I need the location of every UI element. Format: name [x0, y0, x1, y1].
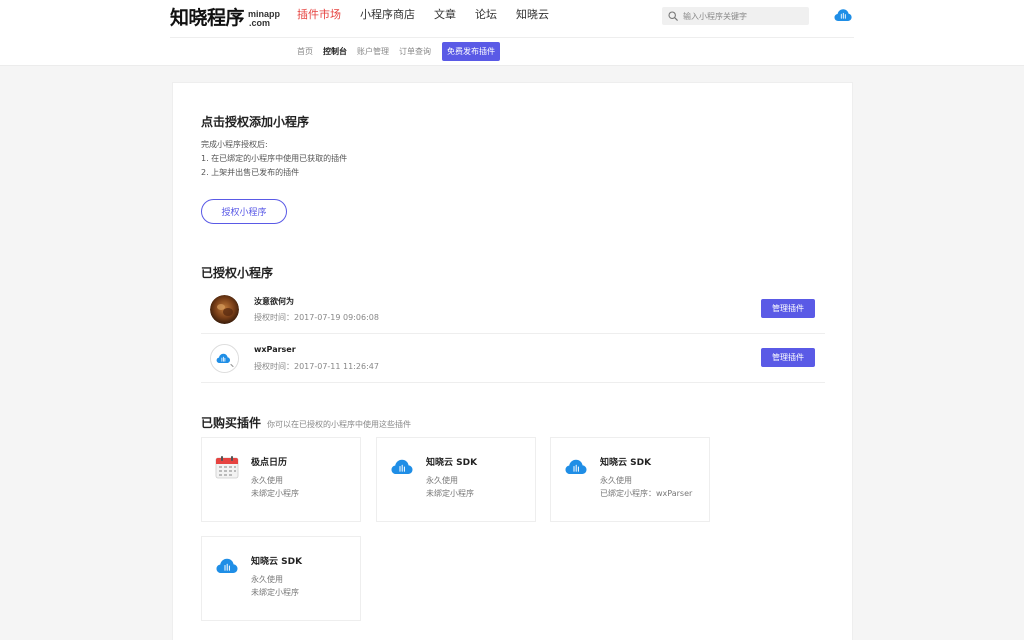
cloud-icon[interactable]	[834, 8, 852, 22]
plugin-binding: 未绑定小程序	[251, 588, 299, 597]
plugin-card[interactable]: 知晓云 SDK 永久使用 未绑定小程序	[376, 437, 536, 522]
calendar-icon	[215, 456, 239, 479]
authorized-title: 已授权小程序	[201, 266, 274, 280]
app-name: 汝意欲何为	[254, 297, 294, 306]
plugin-card[interactable]: 极点日历 永久使用 未绑定小程序	[201, 437, 361, 522]
header-divider	[170, 37, 854, 38]
plugin-binding: 未绑定小程序	[251, 489, 299, 498]
app-avatar-cloud-logo	[210, 344, 239, 373]
search-icon	[668, 11, 678, 21]
search-box	[662, 7, 809, 25]
brand-name: 知晓程序	[170, 7, 245, 29]
plugin-license: 永久使用	[600, 476, 632, 485]
authorize-intro: 完成小程序授权后:	[201, 140, 268, 149]
purchased-title: 已购买插件 你可以在已授权的小程序中使用这些插件	[201, 414, 411, 431]
nav-miniapp-store[interactable]: 小程序商店	[360, 8, 415, 22]
manage-plugins-button[interactable]: 管理插件	[761, 348, 815, 367]
app-auth-time: 授权时间：2017-07-19 09:06:08	[254, 313, 379, 322]
authorize-step-1: 1. 在已绑定的小程序中使用已获取的插件	[201, 154, 348, 163]
subnav-account[interactable]: 账户管理	[357, 46, 389, 57]
authorized-app-row: wxParser 授权时间：2017-07-11 11:26:47 管理插件	[201, 335, 825, 383]
nav-forum[interactable]: 论坛	[475, 8, 497, 22]
cloud-icon	[216, 558, 238, 573]
subnav-console[interactable]: 控制台	[323, 46, 347, 57]
plugin-binding: 已绑定小程序：wxParser	[600, 489, 693, 498]
console-panel: 点击授权添加小程序 完成小程序授权后: 1. 在已绑定的小程序中使用已获取的插件…	[172, 82, 853, 640]
app-auth-time: 授权时间：2017-07-11 11:26:47	[254, 362, 379, 371]
cloud-icon	[391, 459, 413, 474]
nav-zhixiao-cloud[interactable]: 知晓云	[516, 8, 549, 22]
authorize-description: 完成小程序授权后: 1. 在已绑定的小程序中使用已获取的插件 2. 上架并出售已…	[201, 138, 347, 180]
plugin-name: 知晓云 SDK	[426, 458, 478, 468]
authorized-app-row: 汝意欲何为 授权时间：2017-07-19 09:06:08 管理插件	[201, 286, 825, 334]
search-input[interactable]	[683, 11, 803, 21]
plugin-binding: 未绑定小程序	[426, 489, 474, 498]
app-name: wxParser	[254, 345, 296, 354]
cloud-icon	[565, 459, 587, 474]
brand-domain: minapp .com	[248, 10, 280, 29]
nav-articles[interactable]: 文章	[434, 8, 456, 22]
plugin-name: 极点日历	[251, 458, 288, 468]
subnav-home[interactable]: 首页	[297, 46, 313, 57]
authorize-miniapp-button[interactable]: 授权小程序	[201, 199, 287, 224]
plugin-license: 永久使用	[426, 476, 458, 485]
publish-plugin-button[interactable]: 免费发布插件	[442, 42, 500, 61]
purchased-note: 你可以在已授权的小程序中使用这些插件	[267, 420, 412, 429]
manage-plugins-button[interactable]: 管理插件	[761, 299, 815, 318]
main-nav: 插件市场 小程序商店 文章 论坛 知晓云	[297, 8, 568, 22]
nav-plugin-market[interactable]: 插件市场	[297, 8, 341, 22]
plugin-license: 永久使用	[251, 476, 283, 485]
plugin-card[interactable]: 知晓云 SDK 永久使用 未绑定小程序	[201, 536, 361, 621]
authorize-title: 点击授权添加小程序	[201, 115, 310, 129]
sub-nav: 首页 控制台 账户管理 订单查询 免费发布插件	[297, 41, 500, 62]
plugin-license: 永久使用	[251, 575, 283, 584]
plugin-name: 知晓云 SDK	[600, 458, 652, 468]
plugin-card[interactable]: 知晓云 SDK 永久使用 已绑定小程序：wxParser	[550, 437, 710, 522]
plugin-name: 知晓云 SDK	[251, 557, 303, 567]
brand-logo[interactable]: 知晓程序 minapp .com	[170, 5, 280, 29]
top-header: 知晓程序 minapp .com 插件市场 小程序商店 文章 论坛 知晓云 首页…	[0, 0, 1024, 66]
app-avatar-photo	[210, 295, 239, 324]
brand-domain-bottom: .com	[249, 18, 271, 28]
purchased-title-text: 已购买插件	[201, 416, 262, 430]
authorize-step-2: 2. 上架并出售已发布的插件	[201, 168, 300, 177]
subnav-orders[interactable]: 订单查询	[399, 46, 431, 57]
